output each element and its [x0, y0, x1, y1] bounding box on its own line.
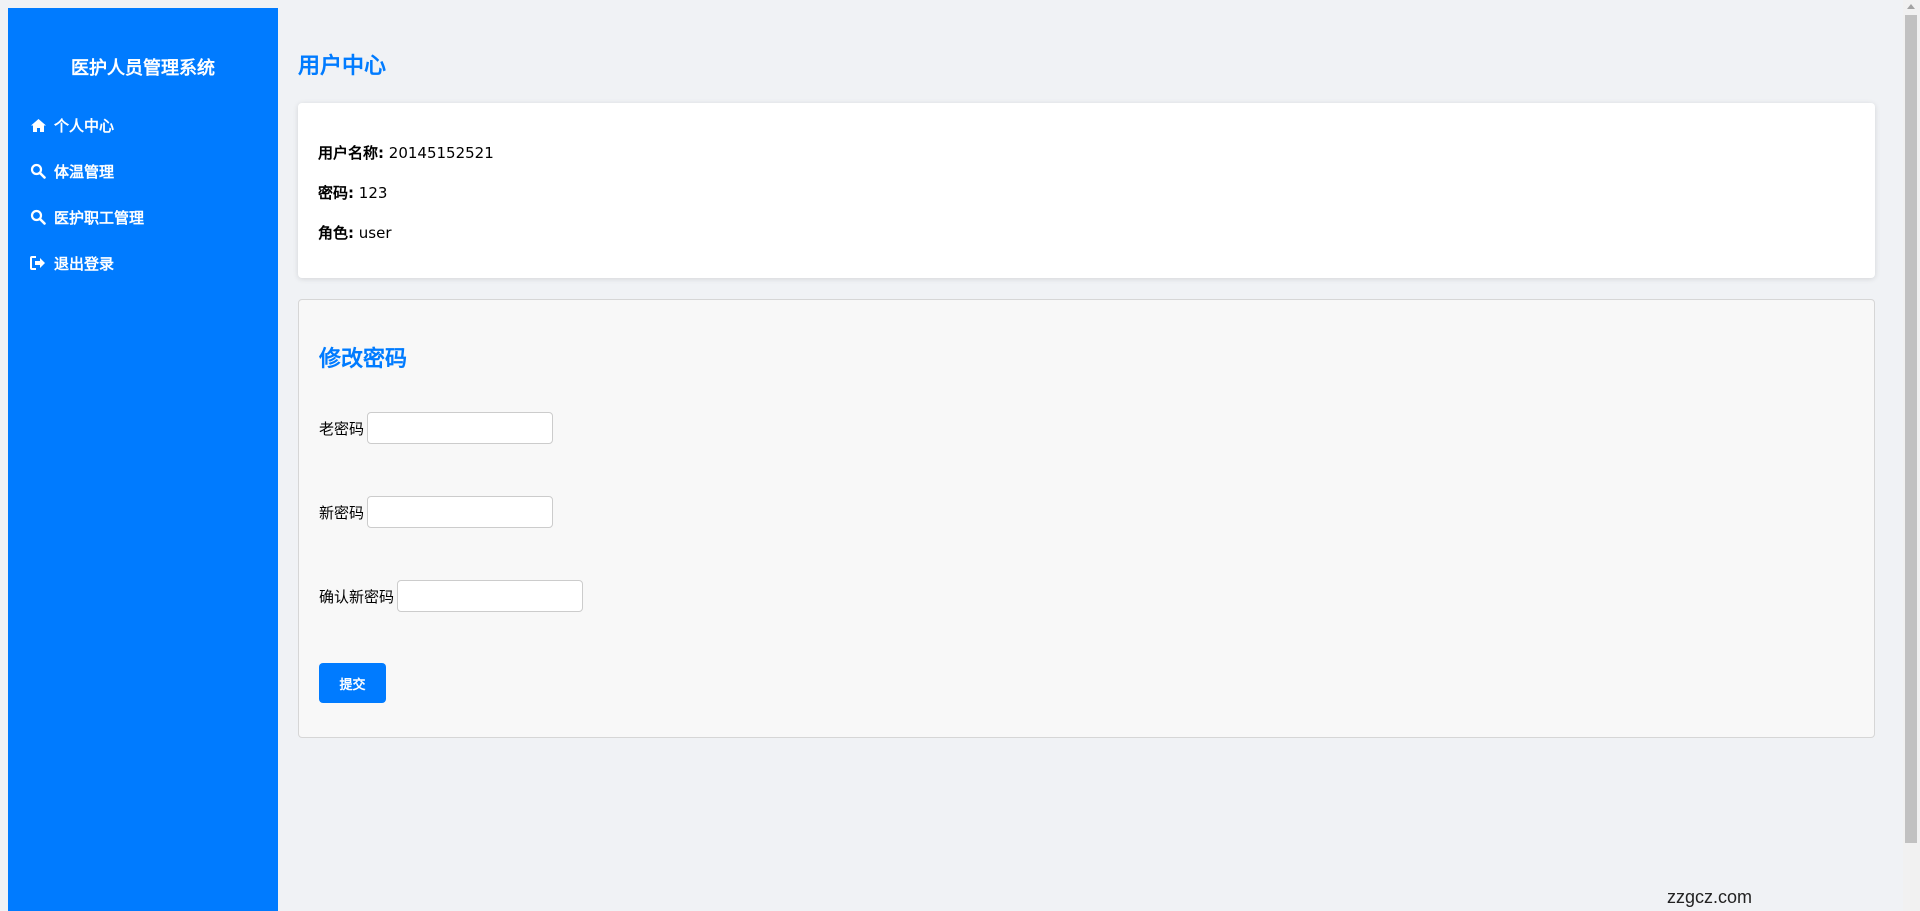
sidebar-item-logout[interactable]: 退出登录: [28, 251, 114, 275]
role-row: 角色: user: [318, 223, 392, 243]
sidebar: 医护人员管理系统 个人中心 体温管理 医护职工管理 退出登录: [8, 8, 278, 911]
role-value: user: [358, 224, 392, 242]
sidebar-item-temperature[interactable]: 体温管理: [28, 159, 114, 183]
confirm-password-row: 确认新密码: [319, 580, 584, 612]
user-info-card: 用户名称: 20145152521 密码: 123 角色: user: [298, 103, 1875, 278]
new-password-input[interactable]: [367, 496, 554, 528]
change-password-card: 修改密码 老密码 新密码 确认新密码 提交: [298, 299, 1875, 738]
new-password-row: 新密码: [319, 496, 554, 528]
password-value: 123: [358, 184, 388, 202]
old-password-row: 老密码: [319, 412, 554, 444]
new-password-label: 新密码: [319, 503, 365, 522]
watermark: zzgcz.com: [1667, 887, 1753, 907]
role-label: 角色:: [318, 224, 354, 242]
search-icon: [28, 207, 48, 227]
sidebar-item-label: 退出登录: [54, 254, 115, 273]
old-password-label: 老密码: [319, 419, 365, 438]
password-label: 密码:: [318, 184, 354, 202]
sidebar-item-personal-center[interactable]: 个人中心: [28, 113, 114, 137]
app-title: 医护人员管理系统: [71, 58, 215, 79]
submit-button[interactable]: 提交: [319, 663, 386, 703]
password-row: 密码: 123: [318, 183, 387, 203]
sidebar-item-label: 医护职工管理: [54, 208, 145, 227]
confirm-password-input[interactable]: [397, 580, 584, 612]
username-label: 用户名称:: [318, 144, 384, 162]
scroll-up-arrow-icon[interactable]: [1907, 4, 1915, 9]
search-icon: [28, 161, 48, 181]
page-title: 用户中心: [298, 54, 387, 79]
confirm-password-label: 确认新密码: [319, 587, 395, 606]
sidebar-item-label: 个人中心: [54, 116, 115, 135]
sign-out-icon: [28, 253, 48, 273]
username-value: 20145152521: [388, 144, 494, 162]
username-row: 用户名称: 20145152521: [318, 143, 494, 163]
vertical-scrollbar[interactable]: [1903, 0, 1920, 911]
old-password-input[interactable]: [367, 412, 554, 444]
home-icon: [28, 115, 48, 135]
sidebar-item-staff[interactable]: 医护职工管理: [28, 205, 144, 229]
sidebar-item-label: 体温管理: [54, 162, 115, 181]
scrollbar-thumb[interactable]: [1905, 15, 1917, 843]
change-password-title: 修改密码: [319, 347, 408, 372]
